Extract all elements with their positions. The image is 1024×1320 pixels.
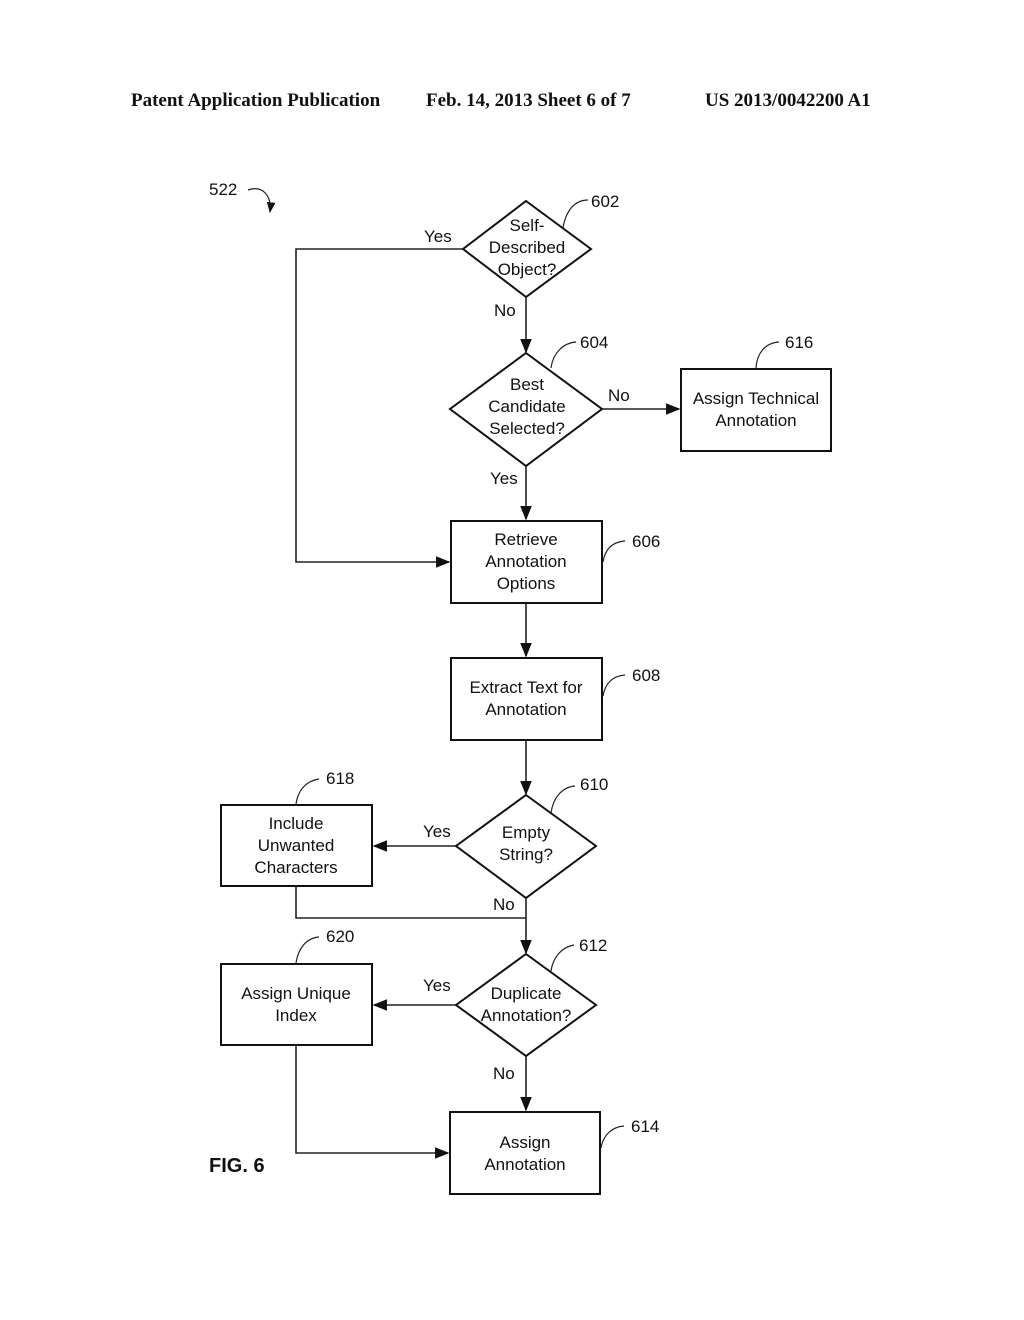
node-602-line-3: Object? — [498, 260, 557, 279]
edge-label-612-no: No — [493, 1064, 515, 1083]
node-604-line-3: Selected? — [489, 419, 565, 438]
node-610-line-1: Empty — [502, 823, 551, 842]
node-616-line-1: Assign Technical — [693, 389, 819, 408]
edge-label-612-yes: Yes — [423, 976, 451, 995]
node-620-line-2: Index — [275, 1006, 317, 1025]
node-604-line-1: Best — [510, 375, 544, 394]
node-612-line-2: Annotation? — [481, 1006, 572, 1025]
process-box — [680, 368, 832, 452]
node-618-line-2: Unwanted — [258, 836, 335, 855]
node-608-line-2: Annotation — [485, 700, 566, 719]
node-618-line-1: Include — [269, 814, 324, 833]
node-618: Include Unwanted Characters 618 — [220, 769, 373, 887]
ref-612: 612 — [579, 936, 607, 955]
edge-label-602-yes: Yes — [424, 227, 452, 246]
node-614: Assign Annotation 614 — [449, 1111, 659, 1195]
ref-606-leader — [602, 540, 626, 563]
ref-620-leader — [295, 936, 320, 964]
ref-610: 610 — [580, 775, 608, 794]
ref-608: 608 — [632, 666, 660, 685]
node-608-line-1: Extract Text for — [469, 678, 582, 697]
ref-614: 614 — [631, 1117, 659, 1136]
ref-618: 618 — [326, 769, 354, 788]
ref-616: 616 — [785, 333, 813, 352]
ref-606: 606 — [632, 532, 660, 551]
ref-602-leader — [562, 199, 589, 229]
node-606-line-3: Options — [497, 574, 556, 593]
edge-618-join — [295, 886, 526, 919]
node-612-line-1: Duplicate — [491, 984, 562, 1003]
edge-label-604-yes: Yes — [490, 469, 518, 488]
process-box — [220, 963, 373, 1046]
node-602-line-2: Described — [489, 238, 566, 257]
edge-label-604-no: No — [608, 386, 630, 405]
ref-604: 604 — [580, 333, 608, 352]
node-608: Extract Text for Annotation 608 — [450, 657, 660, 741]
ref-604-leader — [550, 341, 577, 369]
ref-618-leader — [295, 778, 320, 805]
node-614-line-1: Assign — [499, 1133, 550, 1152]
decision-diamond — [454, 952, 598, 1058]
node-616-line-2: Annotation — [715, 411, 796, 430]
node-612: Duplicate Annotation? 612 — [454, 936, 607, 1058]
node-610: Empty String? 610 — [454, 775, 608, 900]
ref-608-leader — [602, 674, 626, 697]
ref-522-arrow — [247, 188, 276, 214]
ref-616-leader — [755, 341, 780, 369]
node-604-line-2: Candidate — [488, 397, 566, 416]
ref-614-leader — [600, 1125, 625, 1149]
edge-label-610-no: No — [493, 895, 515, 914]
figure-ref-522: 522 — [209, 180, 237, 199]
edge-620-614 — [295, 1045, 450, 1159]
node-606-line-2: Annotation — [485, 552, 566, 571]
node-604: Best Candidate Selected? 604 — [448, 333, 608, 468]
edge-602-yes — [295, 248, 463, 568]
node-618-line-3: Characters — [254, 858, 337, 877]
ref-602: 602 — [591, 192, 619, 211]
figure-label: FIG. 6 — [209, 1155, 265, 1177]
node-610-line-2: String? — [499, 845, 553, 864]
node-614-line-2: Annotation — [484, 1155, 565, 1174]
node-606-line-1: Retrieve — [494, 530, 557, 549]
node-602: Self- Described Object? 602 — [461, 192, 619, 299]
process-box — [450, 657, 603, 741]
edge-label-610-yes: Yes — [423, 822, 451, 841]
ref-612-leader — [550, 944, 575, 972]
node-620-line-1: Assign Unique — [241, 984, 351, 1003]
flowchart: 522 Yes No No Yes Yes No Yes No Self- De… — [209, 180, 832, 1195]
node-620: Assign Unique Index 620 — [220, 927, 373, 1046]
process-box — [449, 1111, 601, 1195]
ref-610-leader — [550, 785, 576, 814]
ref-620: 620 — [326, 927, 354, 946]
node-602-line-1: Self- — [510, 216, 545, 235]
node-616: Assign Technical Annotation 616 — [680, 333, 832, 452]
node-606: Retrieve Annotation Options 606 — [450, 520, 660, 604]
edge-label-602-no: No — [494, 301, 516, 320]
